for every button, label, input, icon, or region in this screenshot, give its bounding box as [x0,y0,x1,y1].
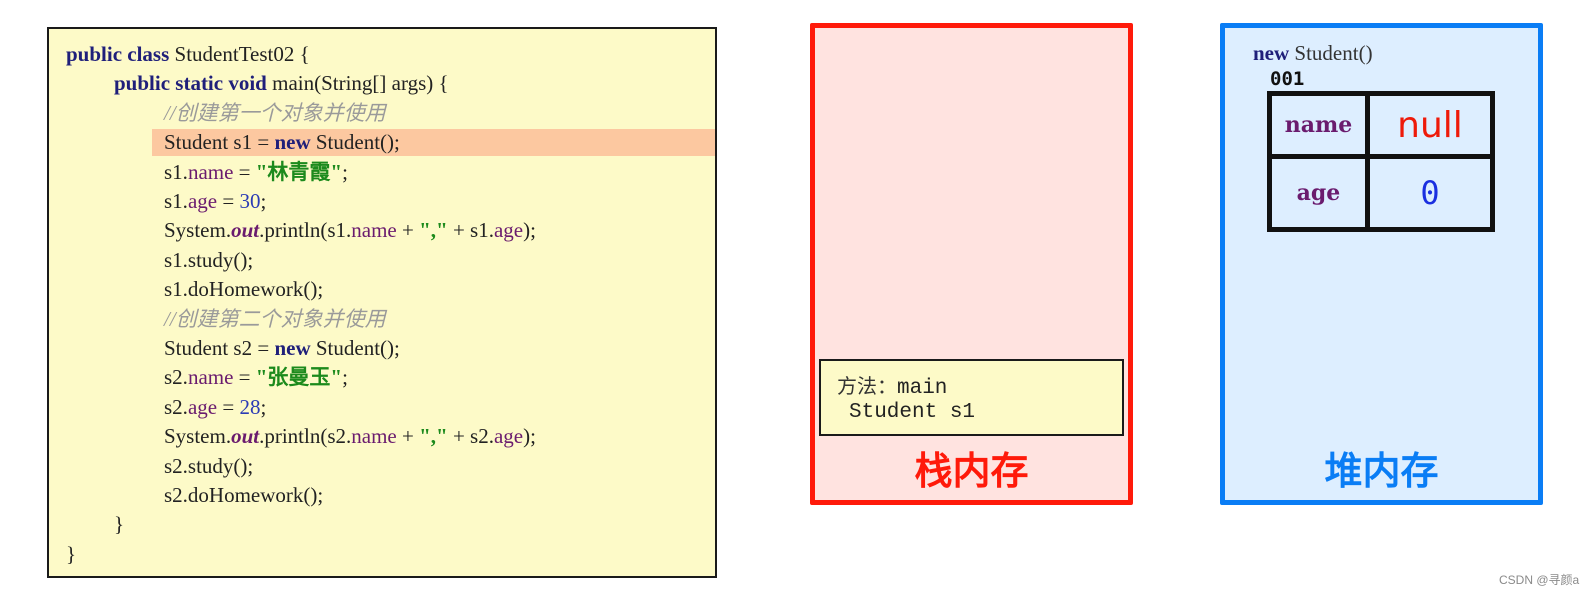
frame-variable: Student s1 [849,401,976,424]
code-token: age [187,189,218,213]
code-token: "," [419,218,448,243]
code-token: name [187,365,234,390]
code-token: = [217,394,240,419]
stack-frame-main: 方法：main Student s1 [819,359,1124,436]
field-value-cell: 0 [1370,159,1490,227]
code-token: age [187,394,218,419]
code-token: + [396,424,420,449]
code-token: + s1. [447,218,494,243]
code-line: s1.age = 30; [49,188,715,215]
frame-method-name: main [897,377,948,400]
code-token: s1.doHomework(); [164,277,324,302]
code-token: } [114,512,125,537]
code-line: s1.name = "林青霞"; [49,159,715,186]
code-token: = [233,159,256,184]
field-label-age: age [1296,180,1341,206]
field-label-name: name [1284,112,1353,138]
code-token: name [351,424,397,449]
code-token: s2.doHomework(); [164,483,324,507]
code-token: Student(); [315,130,400,155]
code-token: + [396,218,420,243]
code-token: ; [260,189,267,213]
code-line: //创建第一个对象并使用 [49,100,715,127]
object-fields-table: name null age 0 [1267,91,1495,232]
code-line: public class StudentTest02 { [49,41,715,68]
code-token: out [231,424,260,449]
code-token: Student(); [315,336,400,360]
stack-memory-title: 栈内存 [914,449,1029,493]
code-token: new [274,130,316,155]
code-line: s2.name = "张曼玉"; [49,364,715,391]
code-token: } [66,541,77,566]
code-line: Student s2 = new Student(); [49,335,715,362]
code-token: "," [419,424,448,449]
code-token: Student s1 = [164,130,275,155]
code-line: s2.age = 28; [49,394,715,421]
code-line: public static void main(String[] args) { [49,70,715,97]
code-token: = [217,189,240,213]
heap-new-keyword: new [1253,41,1290,65]
code-line: } [49,541,715,568]
code-token: System. [164,218,232,243]
code-token: 28 [239,394,261,419]
code-token: = [233,365,256,390]
code-line: System.out.println(s2.name + "," + s2.ag… [49,423,715,450]
watermark: CSDN @寻颜a [1499,573,1580,587]
code-token: ); [523,218,536,243]
heap-constructor: Student() [1289,41,1373,65]
code-token: out [231,218,260,243]
field-name-cell: age [1272,159,1370,227]
code-token: s2. [164,365,188,390]
field-value-name: null [1397,104,1463,146]
code-token: s2. [164,394,188,419]
code-token: System. [164,424,232,449]
code-token: ; [342,159,348,184]
code-line: s2.doHomework(); [49,482,715,509]
code-line: s2.study(); [49,453,715,480]
code-token: s1. [164,159,188,184]
code-line: //创建第二个对象并使用 [49,306,715,333]
code-token: name [351,218,397,243]
heap-object-address: 001 [1270,68,1305,90]
code-token: s1.study(); [164,247,254,272]
code-token: 30 [239,189,261,213]
code-token: age [493,424,524,449]
code-token: //创建第二个对象并使用 [164,306,386,331]
code-token: age [493,218,524,243]
code-token: public class [66,42,175,66]
code-token: name [187,159,234,184]
code-token: "张曼玉" [255,365,343,390]
code-token: main(String[] args) { [272,71,449,96]
code-token: .println(s2. [259,424,352,449]
code-token: Student s2 = [164,336,275,360]
code-token: //创建第一个对象并使用 [164,100,386,125]
code-token: .println(s1. [259,218,352,243]
code-token: StudentTest02 { [174,42,310,66]
field-value-cell: null [1370,96,1490,159]
code-line-highlighted: Student s1 = new Student(); [152,129,715,157]
heap-memory-panel: new Student() 001 name null age 0 堆内存 [1220,23,1543,505]
code-token: ; [260,394,267,419]
code-token: s1. [164,189,188,213]
field-value-age: 0 [1420,174,1440,212]
code-token: "林青霞" [255,159,343,184]
code-line: } [49,511,715,538]
code-line: s1.study(); [49,247,715,274]
code-line: s1.doHomework(); [49,276,715,303]
code-line: System.out.println(s1.name + "," + s1.ag… [49,217,715,244]
code-token: ; [342,365,348,390]
code-token: ); [523,424,536,449]
code-token: + s2. [447,424,494,449]
code-token: s2.study(); [164,453,254,478]
heap-memory-title: 堆内存 [1324,449,1439,493]
frame-method-line: 方法：main [837,370,947,400]
code-token: public static void [114,71,273,96]
frame-method-label: 方法： [837,374,897,398]
field-name-cell: name [1272,96,1370,159]
code-panel: public class StudentTest02 {public stati… [47,27,717,578]
code-token: new [274,336,316,360]
heap-object-expression: new Student() [1253,41,1373,66]
stack-memory-panel: 方法：main Student s1 栈内存 [810,23,1133,505]
